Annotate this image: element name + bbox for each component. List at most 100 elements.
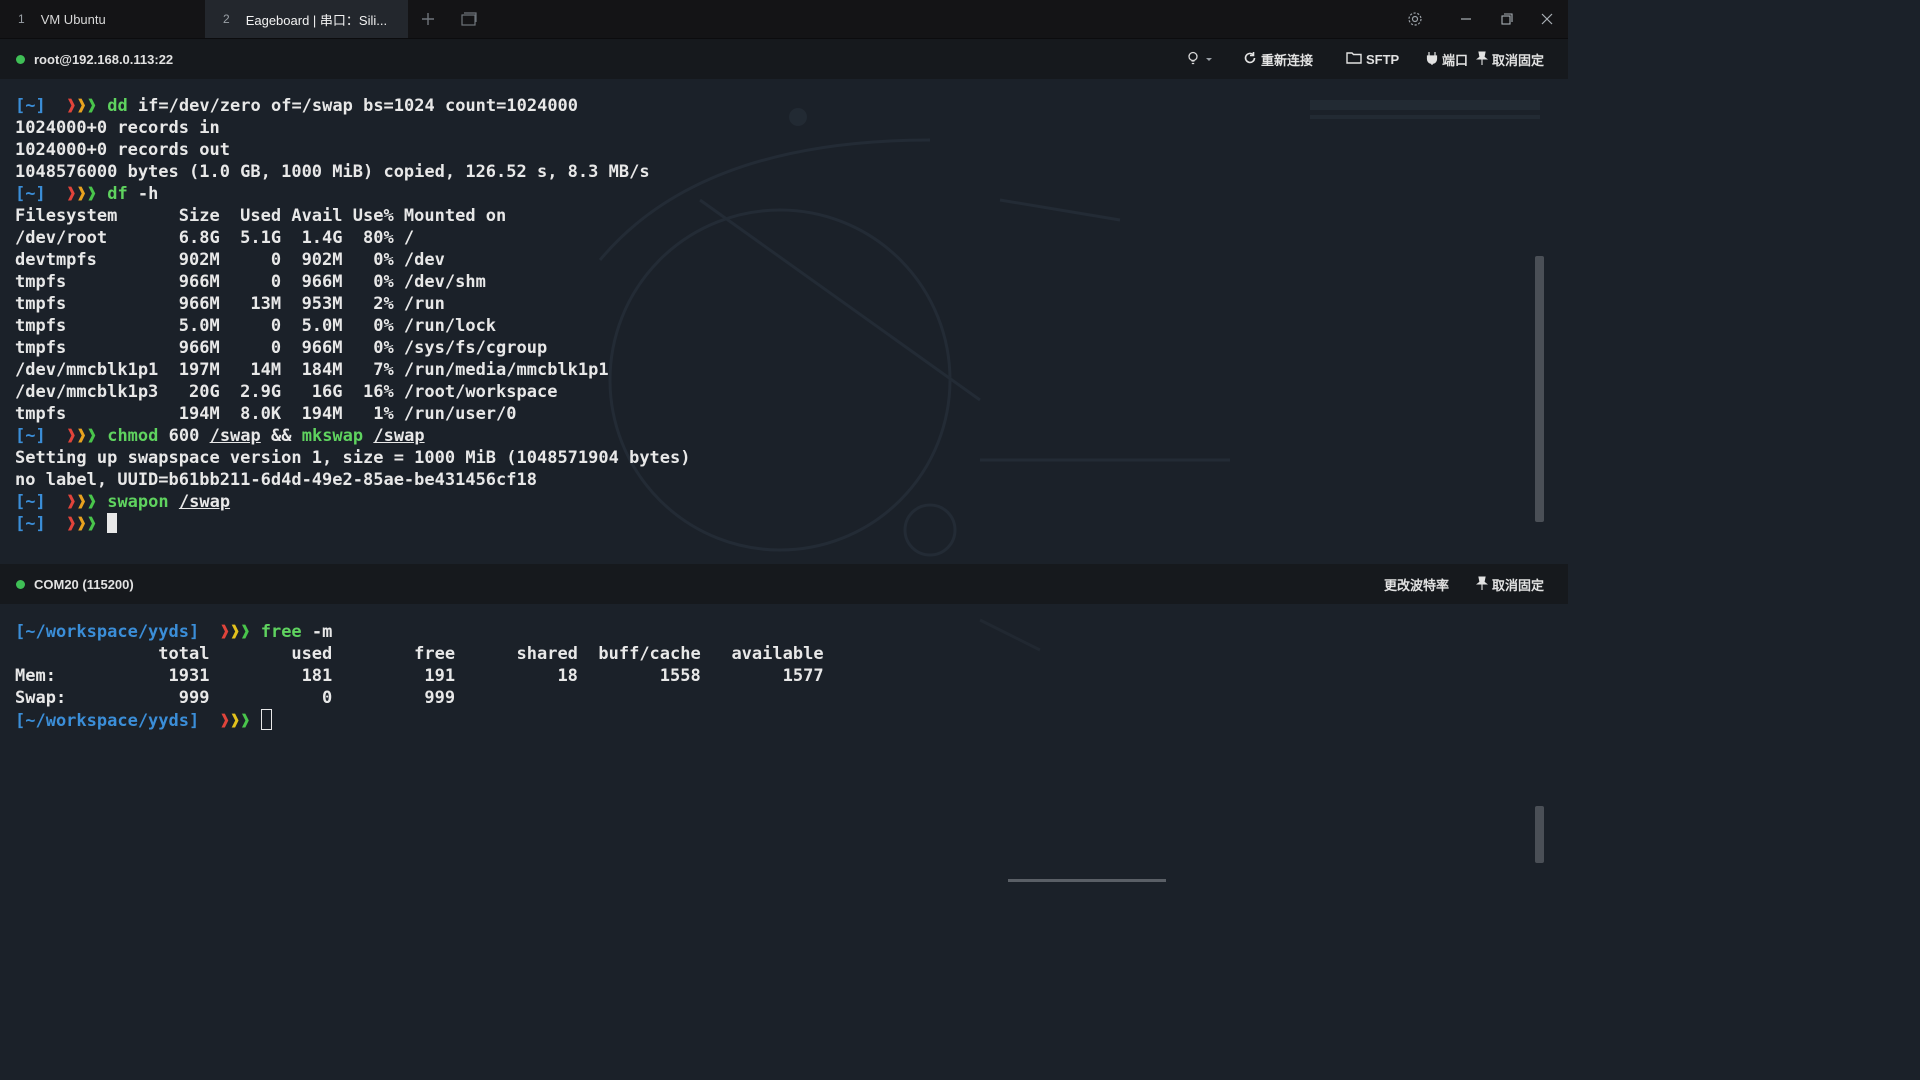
- serial-session-header: COM20 (115200) 更改波特率 取消固定: [0, 564, 1568, 604]
- terminal-line: tmpfs 966M 0 966M 0% /sys/fs/cgroup: [15, 337, 691, 359]
- terminal-line: 1024000+0 records out: [15, 139, 691, 161]
- terminal-text: 1048576000 bytes (1.0 GB, 1000 MiB) copi…: [15, 162, 650, 182]
- terminal-line: [~] ❱❱❱: [15, 513, 691, 535]
- terminal-text: if=/dev/zero of=/swap bs=1024 count=1024…: [127, 96, 579, 116]
- terminal-line: tmpfs 966M 13M 953M 2% /run: [15, 293, 691, 315]
- terminal-text: ❱: [86, 426, 97, 446]
- ssh-session-title: root@192.168.0.113:22: [34, 51, 174, 67]
- status-online-dot: [16, 54, 25, 64]
- terminal-text: ❱: [86, 492, 97, 512]
- chevron-down-icon: [1204, 52, 1218, 67]
- terminal-text: /swap: [178, 492, 231, 512]
- pin-icon: [1475, 50, 1492, 68]
- terminal-text: tmpfs 194M 8.0K 194M 1% /run/user/0: [15, 404, 517, 424]
- settings-icon[interactable]: [1404, 9, 1426, 29]
- terminal-line: Filesystem Size Used Avail Use% Mounted …: [15, 205, 691, 227]
- terminal-text: ❱: [66, 492, 77, 512]
- terminal-text: ❱: [86, 96, 97, 116]
- tab-label: VM Ubuntu: [40, 11, 106, 27]
- scrollbar-thumb[interactable]: [1535, 256, 1544, 522]
- tab-bar: 1 VM Ubuntu 2 Eageboard | 串口：Sili...: [0, 0, 1568, 39]
- reconnect-button[interactable]: 重新连接: [1243, 39, 1313, 79]
- terminal-line: [~] ❱❱❱ chmod 600 /swap && mkswap /swap: [15, 425, 691, 447]
- terminal-text: ❱: [219, 711, 230, 731]
- window-icon[interactable]: [459, 9, 479, 29]
- command-text: dd: [107, 96, 128, 116]
- close-icon[interactable]: [1536, 9, 1558, 29]
- command-text: df: [107, 184, 128, 204]
- terminal-line: tmpfs 966M 0 966M 0% /dev/shm: [15, 271, 691, 293]
- terminal-text: Swap: 999 0 999: [15, 688, 456, 708]
- minimize-icon[interactable]: [1455, 9, 1477, 29]
- terminal-line: [~] ❱❱❱ swapon /swap: [15, 491, 691, 513]
- terminal-text: ❱: [66, 426, 77, 446]
- terminal-text: Setting up swapspace version 1, size = 1…: [15, 448, 691, 468]
- sftp-button[interactable]: SFTP: [1346, 39, 1399, 79]
- port-label: 端口: [1442, 52, 1469, 68]
- terminal-text: Mem: 1931 181 191 18 1558 1577: [15, 666, 824, 686]
- prompt-dir: [~]: [15, 426, 46, 446]
- folder-icon: [1346, 51, 1366, 67]
- unpin-label: 取消固定: [1492, 52, 1545, 68]
- prompt-dir: [~]: [15, 96, 46, 116]
- command-text: swapon: [107, 492, 169, 512]
- scrollbar-thumb[interactable]: [1535, 806, 1544, 863]
- terminal-text: /dev/root 6.8G 5.1G 1.4G 80% /: [15, 228, 415, 248]
- terminal-text: -h: [127, 184, 159, 204]
- terminal-line: [~/workspace/yyds] ❱❱❱: [15, 709, 824, 731]
- tab-vm-ubuntu[interactable]: 1 VM Ubuntu: [0, 0, 204, 38]
- lightbulb-icon: [1186, 51, 1204, 68]
- terminal-line: Mem: 1931 181 191 18 1558 1577: [15, 665, 824, 687]
- highlight-dropdown[interactable]: [1186, 39, 1218, 79]
- reconnect-label: 重新连接: [1261, 52, 1314, 68]
- terminal-text: ❱: [76, 492, 87, 512]
- command-text: free: [260, 622, 302, 642]
- unpin-button[interactable]: 取消固定: [1475, 564, 1545, 604]
- terminal-text: ❱: [240, 622, 251, 642]
- terminal-text: devtmpfs 902M 0 902M 0% /dev: [15, 250, 445, 270]
- status-online-dot: [16, 579, 25, 589]
- ssh-session-header: root@192.168.0.113:22 重新连接 SFTP 端口 取消固定: [0, 39, 1568, 79]
- terminal-text: ❱: [219, 622, 230, 642]
- terminal-line: 1024000+0 records in: [15, 117, 691, 139]
- command-text: chmod: [107, 426, 159, 446]
- tab-number: 2: [223, 12, 230, 26]
- change-baud-button[interactable]: 更改波特率: [1384, 564, 1449, 604]
- ssh-terminal[interactable]: [~] ❱❱❱ dd if=/dev/zero of=/swap bs=1024…: [0, 80, 1568, 564]
- serial-session-title: COM20 (115200): [34, 576, 134, 592]
- terminal-text: total used free shared buff/cache availa…: [15, 644, 824, 664]
- prompt-dir: [~/workspace/yyds]: [15, 711, 200, 731]
- terminal-text: /swap: [373, 426, 425, 446]
- restore-icon[interactable]: [1496, 9, 1518, 29]
- terminal-text: ❱: [66, 184, 77, 204]
- port-forward-button[interactable]: 端口: [1426, 39, 1468, 79]
- prompt-dir: [~]: [15, 514, 46, 534]
- unpin-label: 取消固定: [1492, 577, 1545, 593]
- serial-terminal[interactable]: [~/workspace/yyds] ❱❱❱ free -m total use…: [0, 605, 1568, 882]
- terminal-line: Swap: 999 0 999: [15, 687, 824, 709]
- tab-eageboard[interactable]: 2 Eageboard | 串口：Sili...: [205, 0, 408, 38]
- reconnect-icon: [1243, 51, 1261, 68]
- terminal-line: /dev/root 6.8G 5.1G 1.4G 80% /: [15, 227, 691, 249]
- unpin-button[interactable]: 取消固定: [1475, 39, 1545, 79]
- terminal-text: tmpfs 966M 0 966M 0% /sys/fs/cgroup: [15, 338, 548, 358]
- terminal-text: no label, UUID=b61bb211-6d4d-49e2-85ae-b…: [15, 470, 537, 490]
- terminal-line: total used free shared buff/cache availa…: [15, 643, 824, 665]
- add-tab-icon[interactable]: [418, 9, 438, 29]
- terminal-text: ❱: [229, 622, 241, 642]
- change-baud-label: 更改波特率: [1384, 577, 1450, 593]
